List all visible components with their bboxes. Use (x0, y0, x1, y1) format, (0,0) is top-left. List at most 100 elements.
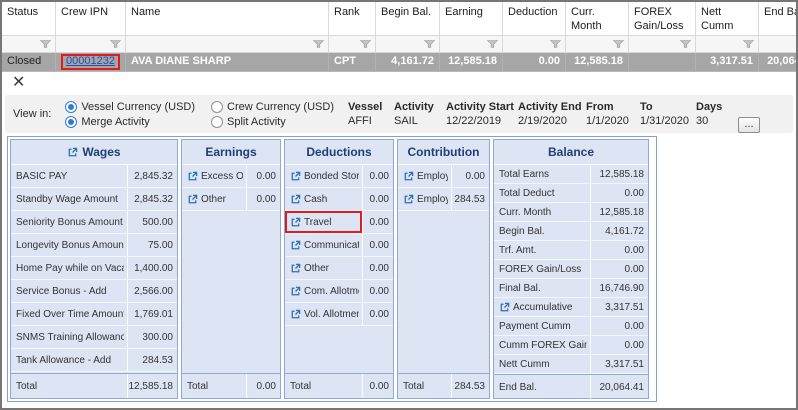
crew-row-selected[interactable]: Closed 00001232 AVA DIANE SHARP CPT 4,16… (2, 53, 798, 71)
wages-row: Fixed Over Time Amount 1,769.01 (11, 303, 177, 326)
field-header: To (640, 101, 690, 113)
radio-icon (65, 101, 77, 113)
column-header-begin-bal[interactable]: Begin Bal. (376, 2, 440, 36)
radio-option[interactable]: Split Activity (211, 116, 334, 128)
filter-cell[interactable] (440, 36, 503, 53)
filter-icon (743, 40, 754, 48)
activity-field: Activity Start 12/22/2019 (446, 101, 512, 127)
drill-icon[interactable] (290, 194, 301, 205)
drill-icon[interactable] (290, 171, 301, 182)
ellipsis-button[interactable]: ... (738, 117, 760, 133)
drill-icon[interactable] (499, 302, 510, 313)
radio-option[interactable]: Merge Activity (65, 116, 195, 128)
drill-icon[interactable] (290, 263, 301, 274)
column-header-deduction[interactable]: Deduction (503, 2, 566, 36)
total-value: 12,585.18 (127, 374, 177, 398)
grid-filter-row (2, 36, 798, 53)
total-label: Total (16, 381, 37, 392)
field-header: Days (696, 101, 724, 113)
drill-icon[interactable] (187, 171, 198, 182)
row-label: Communication (304, 240, 359, 251)
total-label: Total (290, 381, 311, 392)
deductions-column: Deductions Bonded Stores 0.00 (284, 139, 394, 399)
nett-cumm-cell: 3,317.51 (696, 53, 759, 71)
column-header-status[interactable]: Status (2, 2, 56, 36)
name-cell: AVA DIANE SHARP (126, 53, 329, 71)
drill-icon[interactable] (290, 286, 301, 297)
filter-cell[interactable] (56, 36, 126, 53)
contribution-total-row: Total 284.53 (398, 373, 489, 398)
row-label: Cash (304, 194, 327, 205)
filter-cell[interactable] (759, 36, 798, 53)
balance-row: Total Earns 12,585.18 (494, 165, 648, 184)
crew-ipn-link[interactable]: 00001232 (66, 55, 115, 69)
filter-cell[interactable] (696, 36, 759, 53)
wages-row: Seniority Bonus Amount 500.00 (11, 211, 177, 234)
wages-row: Tank Allowance - Add 284.53 (11, 349, 177, 372)
balance-row: Begin Bal. 4,161.72 (494, 222, 648, 241)
row-value: 0.00 (590, 184, 648, 202)
row-label: Com. Allotments (304, 286, 359, 297)
total-value: 0.00 (362, 374, 393, 398)
row-label: Total Deduct (499, 188, 555, 199)
balance-row: Trf. Amt. 0.00 (494, 241, 648, 260)
row-label: Excess OT (201, 171, 243, 182)
filter-cell[interactable] (566, 36, 629, 53)
filter-icon (313, 40, 324, 48)
row-label: Vol. Allotments (304, 309, 359, 320)
filter-cell[interactable] (126, 36, 329, 53)
wages-row: Service Bonus - Add 2,566.00 (11, 280, 177, 303)
radio-option[interactable]: Crew Currency (USD) (211, 101, 334, 113)
contribution-row: Employee 0.00 (398, 165, 489, 188)
contribution-row: Employer 284.53 (398, 188, 489, 211)
view-in-radio-group: Vessel Currency (USD) Crew Currency (USD… (65, 101, 334, 128)
filter-icon (40, 40, 51, 48)
column-header-end-bal[interactable]: End Bal (759, 2, 798, 36)
row-label: Nett Cumm (499, 359, 550, 370)
status-cell: Closed (2, 53, 56, 71)
drill-icon[interactable] (187, 194, 198, 205)
deductions-row: Cash 0.00 (285, 188, 393, 211)
column-header-earning[interactable]: Earning (440, 2, 503, 36)
radio-label: Vessel Currency (USD) (81, 101, 195, 113)
activity-field: Days 30 (696, 101, 724, 127)
wages-drill-icon[interactable] (67, 147, 78, 158)
field-value: 1/31/2020 (640, 115, 690, 127)
drill-icon[interactable] (290, 217, 301, 228)
row-value: 16,746.90 (590, 279, 648, 297)
begin-bal-cell: 4,161.72 (376, 53, 440, 71)
activity-fields: Vessel AFFI Activity SAIL Activity Start… (348, 101, 724, 127)
column-header-crew-ipn[interactable]: Crew IPN (56, 2, 126, 36)
column-header-nett-cumm[interactable]: Nett Cumm (696, 2, 759, 36)
row-label: Bonded Stores (304, 171, 359, 182)
row-label: Begin Bal. (499, 226, 545, 237)
drill-icon[interactable] (403, 171, 414, 182)
radio-option[interactable]: Vessel Currency (USD) (65, 101, 195, 113)
row-label: Fixed Over Time Amount (16, 309, 124, 320)
column-header-forex[interactable]: FOREX Gain/Loss (629, 2, 696, 36)
field-value: SAIL (394, 115, 440, 127)
column-header-rank[interactable]: Rank (329, 2, 376, 36)
drill-icon[interactable] (290, 309, 301, 320)
filter-cell[interactable] (376, 36, 440, 53)
row-value: 0.00 (362, 165, 393, 187)
view-in-label: View in: (13, 108, 51, 120)
filter-cell[interactable] (503, 36, 566, 53)
filter-cell[interactable] (629, 36, 696, 53)
filter-cell[interactable] (329, 36, 376, 53)
balance-rows: Total Earns 12,585.18 Total Deduct 0.00 (494, 165, 648, 374)
field-value: 12/22/2019 (446, 115, 512, 127)
drill-icon[interactable] (290, 240, 301, 251)
balance-row: Final Bal. 16,746.90 (494, 279, 648, 298)
row-value: 1,769.01 (127, 303, 177, 325)
row-label: Longevity Bonus Amount (16, 240, 124, 251)
column-header-name[interactable]: Name (126, 2, 329, 36)
filter-cell[interactable] (2, 36, 56, 53)
filter-icon (110, 40, 121, 48)
drill-icon[interactable] (403, 194, 414, 205)
earnings-title: Earnings (205, 145, 256, 159)
close-icon[interactable]: ✕ (12, 75, 25, 91)
column-header-curr-month[interactable]: Curr. Month (566, 2, 629, 36)
earning-cell: 12,585.18 (440, 53, 503, 71)
row-label: Payment Cumm (499, 321, 571, 332)
